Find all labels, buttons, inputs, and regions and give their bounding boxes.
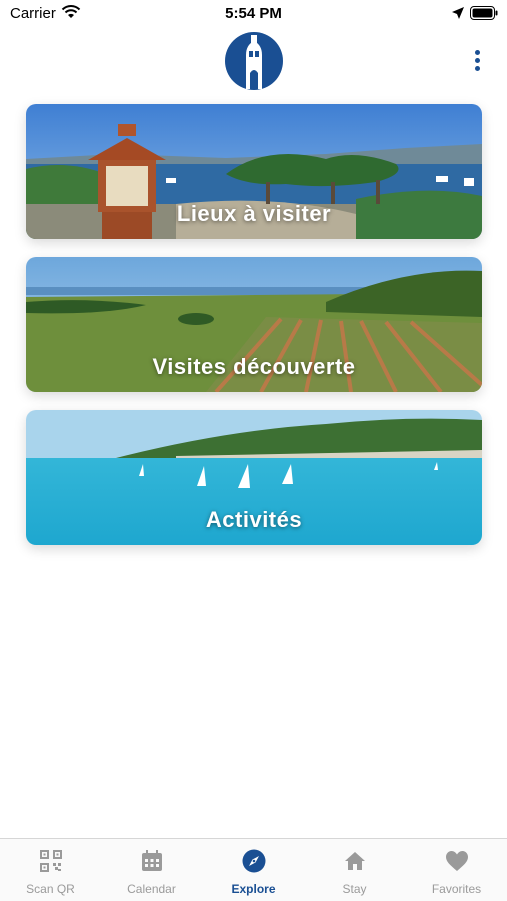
home-icon	[345, 852, 365, 870]
calendar-icon	[142, 850, 162, 871]
card-activites[interactable]: Activités	[26, 410, 482, 545]
heart-icon	[446, 851, 468, 871]
battery-icon	[470, 6, 498, 20]
location-arrow-icon	[452, 7, 464, 19]
card-visites-decouverte[interactable]: Visites découverte	[26, 257, 482, 392]
tab-label: Favorites	[431, 882, 482, 896]
compass-icon	[242, 849, 266, 873]
card-title: Visites découverte	[152, 354, 356, 379]
tab-label: Scan QR	[26, 882, 75, 896]
clock: 5:54 PM	[225, 5, 282, 22]
more-dot-icon	[475, 58, 480, 63]
tab-calendar[interactable]: Calendar	[101, 839, 202, 901]
tab-stay[interactable]: Stay	[304, 839, 405, 901]
card-title: Lieux à visiter	[176, 201, 332, 226]
tab-label: Calendar	[127, 882, 176, 896]
tab-bar: Scan QR Calendar Explore Stay Favorites	[0, 838, 507, 901]
tab-label: Explore	[231, 882, 276, 896]
app-logo	[225, 32, 283, 90]
tab-label: Stay	[342, 882, 367, 896]
tab-scan-qr[interactable]: Scan QR	[0, 839, 101, 901]
card-lieux-a-visiter[interactable]: Lieux à visiter	[26, 104, 482, 239]
more-dot-icon	[475, 50, 480, 55]
more-dot-icon	[475, 66, 480, 71]
status-bar: Carrier 5:54 PM	[0, 0, 507, 28]
qr-code-icon	[40, 850, 62, 872]
card-title: Activités	[205, 507, 303, 532]
tab-explore[interactable]: Explore	[203, 839, 304, 901]
tab-favorites[interactable]: Favorites	[406, 839, 507, 901]
more-menu-button[interactable]	[466, 46, 488, 74]
